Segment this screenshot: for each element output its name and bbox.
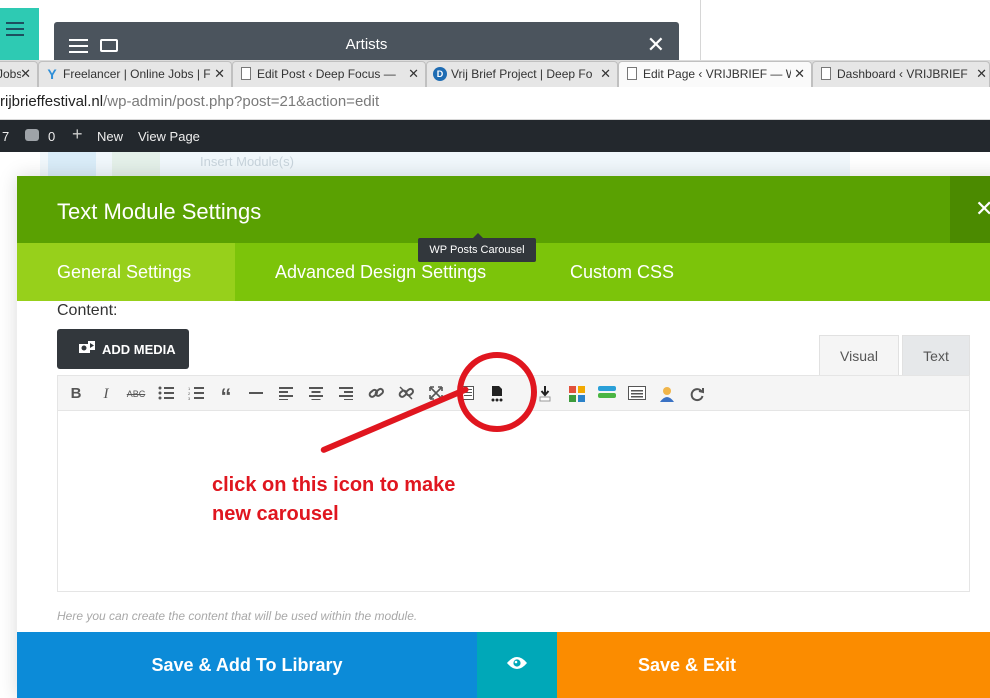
align-center-icon[interactable] — [305, 384, 327, 404]
download-icon[interactable] — [534, 384, 556, 404]
browser-tab-edit-post[interactable]: Edit Post ‹ Deep Focus — ✕ — [232, 61, 426, 87]
browser-tab-vrij-brief-project[interactable]: D Vrij Brief Project | Deep Fo ✕ — [426, 61, 618, 87]
close-icon[interactable]: ✕ — [647, 32, 665, 58]
page-icon — [241, 67, 251, 80]
user-shortcode-icon[interactable] — [656, 384, 678, 404]
url-host: rijbrieffestival.nl — [0, 93, 104, 110]
insert-modules-text: Insert Module(s) — [200, 154, 294, 169]
annotation-line-1: click on this icon to make — [212, 474, 456, 496]
editor-tab-visual[interactable]: Visual — [819, 335, 899, 376]
tooltip-wp-posts-carousel: WP Posts Carousel — [418, 233, 536, 262]
modal-close-button[interactable]: ✕ — [950, 176, 990, 243]
divider — [700, 0, 701, 60]
save-add-to-library-button[interactable]: Save & Add To Library — [17, 632, 477, 698]
annotation-text: click on this icon to make new carousel — [212, 471, 502, 529]
comments-count[interactable]: 0 — [48, 129, 55, 144]
page-icon — [821, 67, 831, 80]
unlink-icon[interactable] — [395, 384, 417, 404]
close-icon[interactable]: ✕ — [600, 66, 611, 82]
close-icon: ✕ — [975, 196, 990, 221]
add-media-label: ADD MEDIA — [102, 342, 176, 357]
artists-section-bar: Artists ✕ — [54, 22, 679, 62]
button-shortcode-icon[interactable] — [596, 384, 618, 404]
browser-tab-freelancer[interactable]: Y Freelancer | Online Jobs | F ✕ — [38, 61, 232, 87]
close-icon[interactable]: ✕ — [976, 66, 987, 82]
eye-icon — [507, 657, 527, 669]
plus-icon[interactable]: + — [72, 124, 83, 145]
deepfocus-icon: D — [433, 67, 447, 81]
close-icon[interactable]: ✕ — [794, 66, 805, 82]
editor-tab-text[interactable]: Text — [902, 335, 970, 376]
annotation-line-2: new carousel — [212, 503, 339, 525]
annotation-circle — [457, 352, 537, 432]
tab-custom-css[interactable]: Custom CSS — [570, 243, 674, 301]
layout-grid-icon[interactable] — [566, 384, 588, 404]
numbered-list-icon[interactable]: 123 — [185, 384, 207, 404]
browser-tab-edit-page[interactable]: Edit Page ‹ VRIJBRIEF — W ✕ — [618, 61, 812, 87]
preview-button[interactable] — [477, 632, 557, 698]
svg-text:3: 3 — [188, 396, 191, 400]
page-icon — [627, 67, 637, 80]
modal-header: Text Module Settings ✕ — [17, 176, 990, 243]
url-path: /wp-admin/post.php?post=21&action=edit — [103, 93, 380, 110]
artists-title: Artists — [345, 36, 388, 53]
updates-count[interactable]: 7 — [2, 129, 9, 144]
new-link[interactable]: New — [97, 129, 123, 144]
italic-icon[interactable]: I — [95, 384, 117, 404]
media-icon — [79, 341, 95, 353]
browser-tab-jobs[interactable]: Jobs ✕ — [0, 61, 38, 87]
columns-shortcode-icon[interactable] — [626, 384, 648, 404]
strikethrough-icon[interactable]: ABC — [125, 384, 147, 404]
wp-admin-bar: 7 0 + New View Page — [0, 120, 990, 152]
content-label: Content: — [57, 302, 118, 319]
modal-title: Text Module Settings — [57, 199, 262, 224]
align-left-icon[interactable] — [275, 384, 297, 404]
bold-icon[interactable]: B — [65, 384, 87, 404]
add-media-button[interactable]: ADD MEDIA — [57, 329, 189, 369]
freelancer-icon: Y — [47, 66, 57, 82]
tab-general-settings[interactable]: General Settings — [17, 243, 235, 301]
builder-row-behind: Insert Module(s) — [40, 152, 850, 176]
save-exit-button[interactable]: Save & Exit — [557, 632, 990, 698]
screen: Artists ✕ Jobs ✕ Y Freelancer | Online J… — [0, 0, 990, 698]
comment-icon[interactable] — [25, 129, 39, 141]
browser-tab-dashboard[interactable]: Dashboard ‹ VRIJBRIEF — ✕ — [812, 61, 990, 87]
hamburger-icon[interactable] — [6, 22, 24, 36]
bullet-list-icon[interactable] — [155, 384, 177, 404]
url-text[interactable]: rijbrieffestival.nl/wp-admin/post.php?po… — [0, 93, 379, 110]
address-bar[interactable]: rijbrieffestival.nl/wp-admin/post.php?po… — [0, 87, 990, 120]
modal-footer: Save & Add To Library Save & Exit — [17, 632, 990, 698]
builder-row-block — [112, 152, 160, 176]
align-right-icon[interactable] — [335, 384, 357, 404]
content-help-text: Here you can create the content that wil… — [57, 609, 418, 623]
close-icon[interactable]: ✕ — [20, 66, 31, 82]
horizontal-line-icon[interactable] — [245, 384, 267, 404]
blockquote-icon[interactable]: “ — [215, 384, 237, 409]
close-icon[interactable]: ✕ — [214, 66, 225, 82]
close-icon[interactable]: ✕ — [408, 66, 419, 82]
builder-menu-strip[interactable] — [0, 8, 39, 64]
link-icon[interactable] — [365, 384, 387, 404]
builder-row-block — [48, 152, 96, 176]
browser-tab-strip: Jobs ✕ Y Freelancer | Online Jobs | F ✕ … — [0, 60, 990, 87]
refresh-icon[interactable] — [686, 384, 708, 404]
view-page-link[interactable]: View Page — [138, 129, 200, 144]
